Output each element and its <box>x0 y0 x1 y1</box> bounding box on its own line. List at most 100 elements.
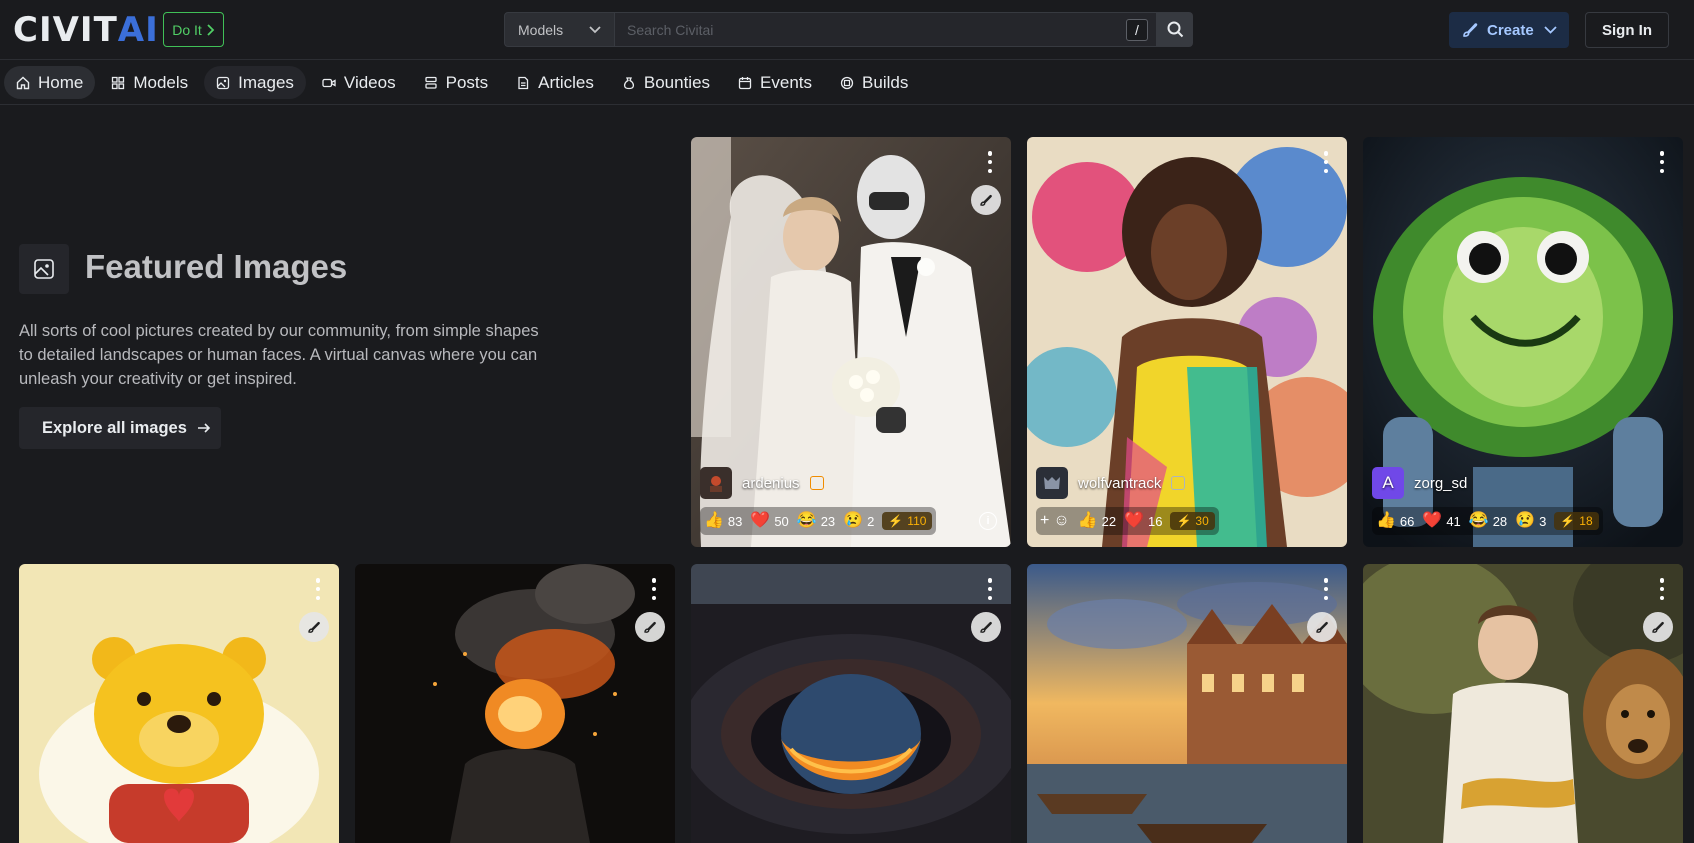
nav-item-videos[interactable]: Videos <box>310 66 408 99</box>
reaction-bar: 👍 83 ❤️ 50 😂 23 😢 2 ⚡ 110 <box>700 507 937 535</box>
sign-in-button[interactable]: Sign In <box>1585 12 1669 48</box>
nav-item-builds[interactable]: Builds <box>828 66 920 99</box>
card-user[interactable]: wolfvantrack <box>1036 467 1186 499</box>
search-button[interactable] <box>1157 12 1193 47</box>
more-options-icon[interactable] <box>1659 151 1665 173</box>
explore-label: Explore all images <box>42 418 187 437</box>
more-options-icon[interactable] <box>987 578 993 600</box>
logo-main-text: CIVIT <box>13 10 118 50</box>
images-icon <box>217 76 230 89</box>
nav-item-articles[interactable]: Articles <box>504 66 606 99</box>
articles-icon <box>518 76 529 89</box>
do-it-label: Do It <box>172 21 202 38</box>
nav-item-models[interactable]: Models <box>99 66 200 99</box>
image-card[interactable] <box>1027 564 1347 843</box>
reaction-heart[interactable]: ❤️ 50 <box>750 513 788 529</box>
image-card[interactable]: A zorg_sd 👍 66 ❤️ 41 😂 28 😢 3 ⚡ 18 <box>1363 137 1683 547</box>
nav-label-articles: Articles <box>538 72 594 92</box>
laugh-icon: 😂 <box>796 512 817 529</box>
image-card[interactable] <box>19 564 339 843</box>
card-user[interactable]: ardenius <box>700 467 824 499</box>
nav-label-posts: Posts <box>445 72 489 92</box>
top-bar: CIVIT AI Do It Models Search Civitai / Cr… <box>0 0 1694 60</box>
search-shortcut-key: / <box>1126 19 1148 41</box>
create-label: Create <box>1487 21 1534 39</box>
image-card[interactable] <box>691 564 1011 843</box>
nav-item-images[interactable]: Images <box>204 66 306 99</box>
more-options-icon[interactable] <box>1659 578 1665 600</box>
reaction-cry[interactable]: 😢 2 <box>843 513 874 529</box>
add-reaction-button[interactable]: + ☺ <box>1040 512 1070 530</box>
remix-brush-icon[interactable] <box>1643 612 1673 642</box>
card-image-woman-with-lion <box>1363 564 1683 843</box>
more-options-icon[interactable] <box>1323 151 1329 173</box>
more-options-icon[interactable] <box>315 578 321 600</box>
reaction-like[interactable]: 👍 66 <box>1376 513 1414 529</box>
reaction-heart[interactable]: ❤️ 16 <box>1124 513 1162 529</box>
image-card[interactable]: wolfvantrack + ☺ 👍 22 ❤️ 16 ⚡ 30 <box>1027 137 1347 547</box>
featured-description: All sorts of cool pictures created by ou… <box>19 322 539 388</box>
reaction-cry[interactable]: 😢 3 <box>1515 513 1546 529</box>
more-options-icon[interactable] <box>651 578 657 600</box>
explore-all-images-button[interactable]: Explore all images <box>19 407 221 449</box>
remix-brush-icon[interactable] <box>1307 612 1337 642</box>
buzz-tip-badge[interactable]: ⚡ 110 <box>882 512 933 530</box>
remix-brush-icon[interactable] <box>635 612 665 642</box>
reaction-laugh[interactable]: 😂 28 <box>1469 513 1507 529</box>
search-category-select[interactable]: Models <box>504 12 615 47</box>
buzz-tip-badge[interactable]: ⚡ 30 <box>1170 512 1215 530</box>
nav-label-videos: Videos <box>343 72 396 92</box>
bolt-icon: ⚡ <box>888 514 904 528</box>
posts-icon <box>424 76 437 89</box>
buzz-count: 18 <box>1579 514 1593 528</box>
chevron-down-icon <box>1544 26 1557 34</box>
do-it-button[interactable]: Do It <box>163 12 224 47</box>
more-options-icon[interactable] <box>1323 578 1329 600</box>
nav-label-builds: Builds <box>862 72 909 92</box>
reaction-bar: + ☺ 👍 22 ❤️ 16 ⚡ 30 <box>1036 507 1219 535</box>
events-icon <box>738 76 752 89</box>
search-placeholder: Search Civitai <box>627 21 714 38</box>
nav-label-events: Events <box>760 72 813 92</box>
laugh-count: 23 <box>820 513 836 529</box>
card-image-cartoon-bear <box>19 564 339 843</box>
home-icon <box>16 76 30 89</box>
reaction-laugh[interactable]: 😂 23 <box>797 513 835 529</box>
search-input[interactable]: Search Civitai / <box>615 12 1157 47</box>
nav-label-images: Images <box>238 72 294 92</box>
cry-count: 2 <box>867 513 875 529</box>
remix-brush-icon[interactable] <box>971 185 1001 215</box>
chevron-down-icon <box>589 25 601 33</box>
remix-brush-icon[interactable] <box>971 612 1001 642</box>
image-card[interactable] <box>355 564 675 843</box>
image-card[interactable] <box>1363 564 1683 843</box>
avatar <box>1036 467 1068 499</box>
nav-item-bounties[interactable]: Bounties <box>610 66 722 99</box>
creator-badge-icon <box>809 476 824 490</box>
nav-item-home[interactable]: Home <box>4 66 96 99</box>
reaction-heart[interactable]: ❤️ 41 <box>1422 513 1460 529</box>
info-icon[interactable]: i <box>979 512 997 530</box>
remix-brush-icon[interactable] <box>299 612 329 642</box>
like-count: 22 <box>1101 513 1117 529</box>
reaction-like[interactable]: 👍 83 <box>704 513 742 529</box>
avatar: A <box>1372 467 1404 499</box>
builds-icon <box>840 76 854 89</box>
nav-item-posts[interactable]: Posts <box>412 66 501 99</box>
image-card[interactable]: ardenius 👍 83 ❤️ 50 😂 23 😢 2 ⚡ 110 i <box>691 137 1011 547</box>
create-button[interactable]: Create <box>1449 12 1569 48</box>
username: wolfvantrack <box>1078 474 1162 492</box>
civitai-logo[interactable]: CIVIT AI <box>13 10 159 50</box>
plus-icon: + <box>1040 512 1050 529</box>
more-options-icon[interactable] <box>987 151 993 173</box>
card-image-canal-town <box>1027 564 1347 843</box>
buzz-tip-badge[interactable]: ⚡ 18 <box>1554 512 1599 530</box>
heart-count: 41 <box>1446 513 1461 529</box>
bolt-icon: ⚡ <box>1560 514 1576 528</box>
card-user[interactable]: A zorg_sd <box>1372 467 1467 499</box>
heart-icon: ❤️ <box>750 512 771 529</box>
search-bar: Models Search Civitai / <box>504 12 1193 47</box>
reaction-like[interactable]: 👍 22 <box>1078 513 1116 529</box>
buzz-count: 30 <box>1195 514 1209 528</box>
nav-item-events[interactable]: Events <box>726 66 824 99</box>
